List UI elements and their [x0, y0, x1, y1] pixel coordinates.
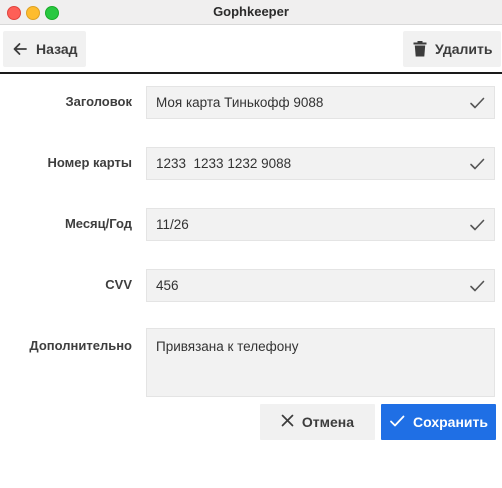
- expiry-field-value: 11/26: [156, 217, 189, 232]
- card-number-field[interactable]: 1233 1233 1232 9088: [146, 147, 495, 180]
- notes-label: Дополнительно: [29, 338, 132, 353]
- notes-textarea-value: Привязана к телефону: [156, 339, 299, 354]
- save-button-label: Сохранить: [413, 414, 488, 430]
- toolbar-divider: [0, 72, 502, 74]
- checkmark-icon: [469, 218, 485, 235]
- save-button[interactable]: Сохранить: [381, 404, 496, 440]
- cvv-field-value: 456: [156, 278, 179, 293]
- expiry-field[interactable]: 11/26: [146, 208, 495, 241]
- title-label: Заголовок: [65, 94, 132, 109]
- title-bar: Gophkeeper: [0, 0, 502, 25]
- checkmark-icon: [469, 96, 485, 113]
- window-title: Gophkeeper: [213, 4, 289, 19]
- back-button-label: Назад: [36, 41, 78, 57]
- cancel-button[interactable]: Отмена: [260, 404, 375, 440]
- app-window: Gophkeeper Назад Удалить Заголовок Моя к…: [0, 0, 502, 488]
- checkmark-icon: [469, 157, 485, 174]
- expiry-label: Месяц/Год: [64, 216, 132, 231]
- cvv-field[interactable]: 456: [146, 269, 495, 302]
- cancel-button-label: Отмена: [301, 414, 355, 430]
- back-button[interactable]: Назад: [3, 31, 86, 67]
- title-field-value: Моя карта Тинькофф 9088: [156, 95, 324, 110]
- checkmark-icon: [469, 279, 485, 296]
- title-field[interactable]: Моя карта Тинькофф 9088: [146, 86, 495, 119]
- close-icon: [281, 414, 294, 430]
- checkmark-icon: [389, 414, 405, 431]
- trash-icon: [413, 41, 427, 57]
- card-number-field-value: 1233 1233 1232 9088: [156, 156, 292, 171]
- card-number-label: Номер карты: [47, 155, 132, 170]
- cvv-label: CVV: [105, 277, 132, 292]
- delete-button-label: Удалить: [435, 41, 493, 57]
- notes-textarea[interactable]: Привязана к телефону: [146, 328, 495, 397]
- arrow-left-icon: [12, 41, 28, 57]
- delete-button[interactable]: Удалить: [403, 31, 501, 67]
